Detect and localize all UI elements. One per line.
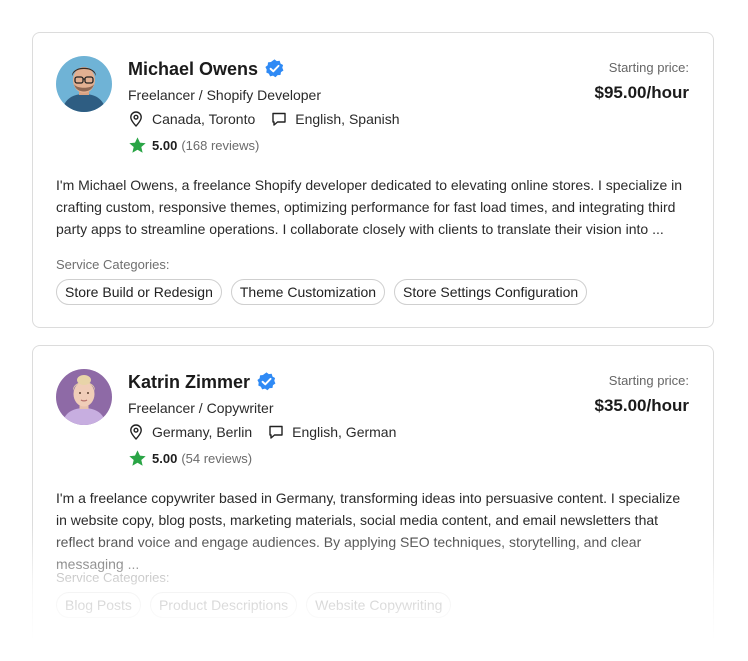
freelancer-name-row[interactable]: Katrin Zimmer: [128, 371, 277, 393]
rating-score: 5.00: [152, 138, 178, 153]
location-text: Germany, Berlin: [152, 424, 253, 440]
map-pin-icon: [130, 111, 142, 127]
review-count[interactable]: (54 reviews): [181, 451, 252, 466]
star-icon: [129, 137, 146, 153]
chat-bubble-icon: [272, 112, 286, 126]
languages-text: English, German: [292, 424, 397, 440]
service-categories-label: Service Categories:: [56, 570, 170, 585]
category-chip[interactable]: Blog Posts: [56, 592, 141, 618]
price-value: $35.00/hour: [594, 396, 690, 415]
location-text: Canada, Toronto: [152, 111, 256, 127]
review-count[interactable]: (168 reviews): [181, 138, 259, 153]
description: I'm Michael Owens, a freelance Shopify d…: [56, 177, 683, 237]
freelancer-role: Freelancer / Shopify Developer: [128, 87, 321, 103]
freelancer-name-row[interactable]: Michael Owens: [128, 58, 285, 80]
category-chips: Store Build or Redesign Theme Customizat…: [56, 279, 588, 305]
price-value: $95.00/hour: [594, 83, 690, 102]
freelancer-card[interactable]: Michael Owens Freelancer / Shopify Devel…: [32, 32, 714, 328]
category-chip[interactable]: Store Settings Configuration: [394, 279, 588, 305]
freelancer-name[interactable]: Katrin Zimmer: [128, 372, 250, 392]
category-chip[interactable]: Theme Customization: [230, 279, 386, 305]
category-chip[interactable]: Store Build or Redesign: [56, 279, 222, 305]
rating-score: 5.00: [152, 451, 178, 466]
category-chip[interactable]: Product Descriptions: [149, 592, 298, 618]
meta-row: Germany, Berlin English, German: [128, 424, 396, 440]
freelancer-role: Freelancer / Copywriter: [128, 400, 274, 416]
price-label: Starting price:: [608, 373, 689, 388]
price-label: Starting price:: [608, 60, 689, 75]
description: I'm a freelance copywriter based in Germ…: [56, 490, 681, 572]
freelancer-card[interactable]: Katrin Zimmer Freelancer / Copywriter Ge…: [32, 345, 714, 645]
avatar[interactable]: [56, 369, 112, 425]
verified-badge-icon: [265, 59, 284, 78]
meta-row: Canada, Toronto English, Spanish: [128, 111, 400, 127]
chat-bubble-icon: [269, 425, 283, 439]
rating-row: 5.00 (168 reviews): [128, 136, 259, 155]
category-chips: Blog Posts Product Descriptions Website …: [56, 592, 452, 618]
rating-row: 5.00 (54 reviews): [128, 449, 252, 468]
verified-badge-icon: [257, 372, 276, 391]
map-pin-icon: [130, 424, 142, 440]
avatar[interactable]: [56, 56, 112, 112]
freelancer-name[interactable]: Michael Owens: [128, 59, 258, 79]
service-categories-label: Service Categories:: [56, 257, 170, 272]
category-chip[interactable]: Website Copywriting: [306, 592, 452, 618]
languages-text: English, Spanish: [295, 111, 400, 127]
star-icon: [129, 450, 146, 466]
